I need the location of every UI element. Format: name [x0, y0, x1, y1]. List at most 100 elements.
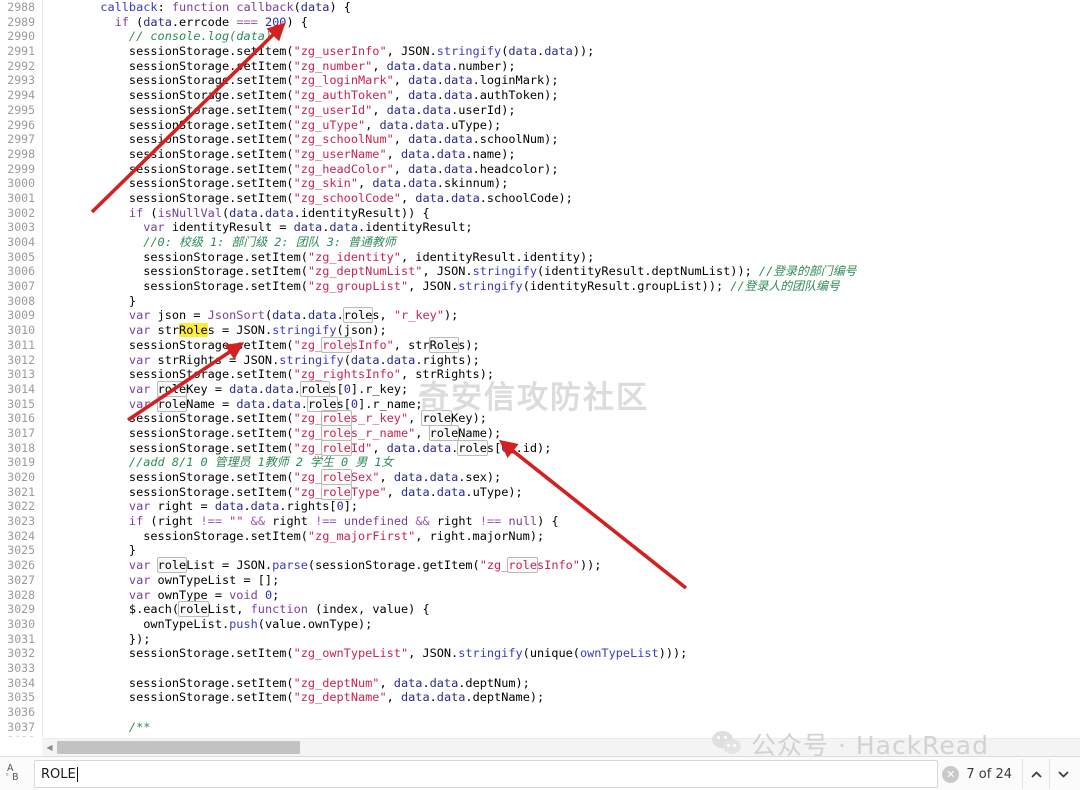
code-token: data: [264, 205, 294, 220]
code-token: "zg_authToken": [293, 88, 394, 103]
code-token: .: [257, 205, 265, 220]
code-line[interactable]: sessionStorage.setItem("zg_roleType", da…: [43, 483, 1080, 500]
code-line[interactable]: var roleName = data.data.roles[0].r_name…: [43, 395, 1080, 412]
code-token: data: [350, 352, 380, 367]
code-token: data: [229, 205, 258, 220]
code-line[interactable]: var ownType = void 0;: [43, 588, 1080, 603]
code-line[interactable]: sessionStorage.setItem("zg_userName", da…: [43, 147, 1080, 162]
code-token: //add 8/1 0 管理员 1教师 2 学生 0 男 1女: [128, 455, 394, 470]
code-line[interactable]: //add 8/1 0 管理员 1教师 2 学生 0 男 1女: [43, 455, 1080, 470]
code-line[interactable]: ownTypeList.push(value.ownType);: [43, 617, 1080, 632]
code-line[interactable]: if (isNullVal(data.data.identityResult))…: [43, 206, 1080, 221]
line-number-gutter: 2988 2989 2990 2991 2992 2993 2994 2995 2996 2997…: [0, 0, 43, 737]
code-line[interactable]: var identityResult = data.data.identityR…: [43, 220, 1080, 235]
code-token: s_r_name": [350, 425, 416, 440]
code-line[interactable]: /**: [43, 720, 1080, 735]
code-line[interactable]: sessionStorage.setItem("zg_rightsInfo", …: [43, 367, 1080, 382]
code-line[interactable]: sessionStorage.setItem("zg_userInfo", JS…: [43, 44, 1080, 59]
line-number: 3009: [7, 308, 35, 323]
line-number: 3034: [7, 675, 35, 690]
scrollbar-thumb[interactable]: [57, 741, 300, 754]
code-token: .userId);: [451, 102, 516, 117]
code-line[interactable]: sessionStorage.setItem("zg_identity", id…: [43, 250, 1080, 265]
code-token: data: [400, 146, 430, 161]
code-line[interactable]: [43, 661, 1080, 676]
match-case-icon[interactable]: A ᶜ B: [0, 757, 30, 790]
code-line[interactable]: [43, 705, 1080, 720]
code-line[interactable]: sessionStorage.setItem("zg_majorFirst", …: [43, 529, 1080, 544]
code-token: sessionStorage.setItem(: [128, 425, 294, 440]
code-line[interactable]: var strRoles = JSON.stringify(json);: [43, 323, 1080, 338]
line-number: 2991: [7, 44, 35, 59]
code-line[interactable]: });: [43, 632, 1080, 647]
code-token: "zg_: [293, 425, 323, 440]
code-token: ,: [386, 690, 401, 705]
code-token: ,: [393, 88, 409, 103]
code-line[interactable]: sessionStorage.setItem("zg_groupList", J…: [43, 279, 1080, 294]
find-bar[interactable]: A ᶜ B ROLE ✕ 7 of 24: [0, 756, 1080, 790]
code-line[interactable]: sessionStorage.setItem("zg_number", data…: [43, 59, 1080, 74]
line-number: 3036: [7, 705, 35, 719]
code-token: 200: [264, 14, 287, 29]
code-line[interactable]: sessionStorage.setItem("zg_schoolNum", d…: [43, 132, 1080, 147]
code-line[interactable]: sessionStorage.setItem("zg_roles_r_key",…: [43, 410, 1080, 427]
code-token: data: [422, 58, 452, 73]
code-token: ,: [393, 132, 409, 147]
code-line[interactable]: var json = JsonSort(data.data.roles, "r_…: [43, 307, 1080, 324]
code-token: right: [429, 514, 480, 529]
code-line[interactable]: var roleKey = data.data.roles[0].r_key;: [43, 380, 1080, 397]
search-match: role: [321, 336, 352, 353]
code-line[interactable]: [43, 734, 1080, 737]
code-line[interactable]: callback: function callback(data) {: [43, 0, 1080, 15]
code-token: sessionStorage.setItem(: [143, 528, 308, 543]
code-token: data: [429, 470, 459, 484]
code-line[interactable]: sessionStorage.setItem("zg_loginMark", d…: [43, 73, 1080, 88]
code-line[interactable]: sessionStorage.setItem("zg_rolesInfo", s…: [43, 336, 1080, 353]
code-line[interactable]: sessionStorage.setItem("zg_uType", data.…: [43, 118, 1080, 133]
code-token: data: [393, 675, 423, 690]
next-match-button[interactable]: [1049, 759, 1076, 789]
code-line[interactable]: //0: 校级 1: 部门级 2: 团队 3: 普通教师: [43, 235, 1080, 250]
code-line[interactable]: var right = data.data.rights[0];: [43, 499, 1080, 514]
code-line[interactable]: sessionStorage.setItem("zg_deptNumList",…: [43, 264, 1080, 279]
line-number: 3015: [7, 396, 35, 411]
previous-match-button[interactable]: [1022, 759, 1049, 789]
code-line[interactable]: sessionStorage.setItem("zg_roleId", data…: [43, 439, 1080, 456]
find-input[interactable]: ROLE: [34, 760, 939, 788]
code-line[interactable]: sessionStorage.setItem("zg_authToken", d…: [43, 88, 1080, 103]
code-editor-area[interactable]: 2988 2989 2990 2991 2992 2993 2994 2995 2996 2997…: [0, 0, 1080, 737]
code-line[interactable]: }: [43, 543, 1080, 558]
code-line[interactable]: sessionStorage.setItem("zg_ownTypeList",…: [43, 646, 1080, 661]
code-line[interactable]: sessionStorage.setItem("zg_headColor", d…: [43, 162, 1080, 177]
code-token: 0: [343, 381, 351, 396]
code-line[interactable]: sessionStorage.setItem("zg_userId", data…: [43, 103, 1080, 118]
code-token: sessionStorage.setItem(: [143, 279, 308, 294]
code-line[interactable]: if (right !== "" && right !== undefined …: [43, 514, 1080, 529]
code-token: "zg_groupList": [307, 279, 409, 294]
code-line[interactable]: }: [43, 294, 1080, 309]
code-line[interactable]: sessionStorage.setItem("zg_deptNum", dat…: [43, 676, 1080, 691]
code-line[interactable]: sessionStorage.setItem("zg_skin", data.d…: [43, 176, 1080, 191]
line-number: 3028: [7, 587, 35, 602]
scroll-left-arrow-icon[interactable]: ◀: [42, 739, 57, 756]
code-line[interactable]: var ownTypeList = [];: [43, 573, 1080, 588]
find-input-value: ROLE: [41, 766, 76, 782]
clear-search-icon[interactable]: ✕: [942, 765, 960, 783]
code-line[interactable]: sessionStorage.setItem("zg_deptName", da…: [43, 690, 1080, 705]
code-line[interactable]: sessionStorage.setItem("zg_schoolCode", …: [43, 191, 1080, 206]
code-line[interactable]: $.each(roleList, function (index, value)…: [43, 601, 1080, 618]
code-line[interactable]: sessionStorage.setItem("zg_roleSex", dat…: [43, 469, 1080, 485]
code-token: // console.log(data): [128, 29, 273, 44]
code-line[interactable]: // console.log(data): [43, 29, 1080, 44]
code-content[interactable]: callback: function callback(data) { if (…: [43, 0, 1080, 737]
code-line[interactable]: sessionStorage.setItem("zg_roles_r_name"…: [43, 424, 1080, 441]
horizontal-scrollbar[interactable]: ◀: [42, 738, 1080, 756]
code-token: data: [229, 381, 258, 396]
code-line[interactable]: if (data.errcode === 200) {: [43, 15, 1080, 30]
code-line[interactable]: var roleList = JSON.parse(sessionStorage…: [43, 557, 1080, 574]
code-line[interactable]: var strRights = JSON.stringify(data.data…: [43, 353, 1080, 368]
